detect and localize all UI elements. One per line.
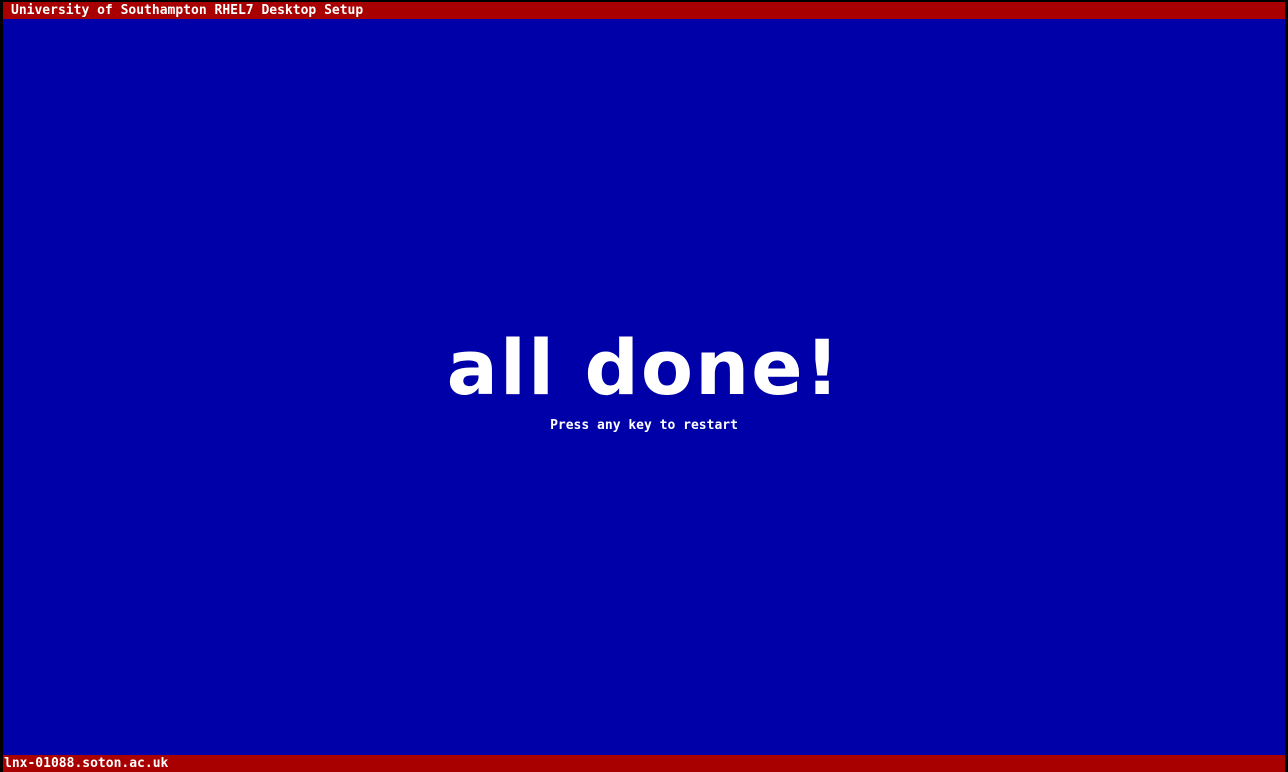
- completion-headline: all done!: [446, 323, 842, 412]
- hostname-label: lnx-01088.soton.ac.uk: [4, 756, 169, 771]
- status-bar: lnx-01088.soton.ac.uk: [3, 755, 1285, 772]
- restart-prompt: Press any key to restart: [550, 418, 738, 433]
- title-bar: University of Southampton RHEL7 Desktop …: [3, 2, 1285, 19]
- setup-screen: University of Southampton RHEL7 Desktop …: [0, 0, 1288, 772]
- window-title: University of Southampton RHEL7 Desktop …: [11, 3, 364, 18]
